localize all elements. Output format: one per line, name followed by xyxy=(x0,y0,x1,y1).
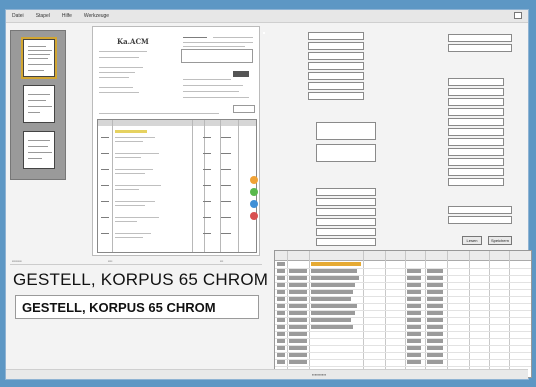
badge-orange-icon[interactable] xyxy=(250,176,258,184)
field-a11[interactable] xyxy=(316,218,376,226)
status-bar: ▪▪▪▪▪▪▪▪▪▪ xyxy=(6,369,528,379)
left-button[interactable]: Lesen xyxy=(462,236,482,245)
field-b13[interactable] xyxy=(448,178,504,186)
menu-batch[interactable]: Stapel xyxy=(36,13,50,19)
document-preview[interactable]: Ka.ACM xyxy=(92,26,260,256)
field-b5[interactable] xyxy=(448,98,504,106)
app-window: Datei Stapel Hilfe Werkzeuge Ka.ACM ▪▪▪▪… xyxy=(5,9,532,380)
field-b15[interactable] xyxy=(448,216,512,224)
preview-status-line: ▪▪▪▪▪▪▪▪▪ ▪▪▪▪ ▪▪▪ xyxy=(10,259,262,265)
page-thumbnails xyxy=(10,30,66,180)
ocr-zoom-text: GESTELL, KORPUS 65 CHROM xyxy=(13,270,269,289)
field-a3[interactable] xyxy=(308,52,364,60)
field-a2[interactable] xyxy=(308,42,364,50)
menu-tools[interactable]: Werkzeuge xyxy=(84,13,109,19)
field-a9[interactable] xyxy=(316,198,376,206)
grid-header xyxy=(275,251,531,261)
right-button[interactable]: Speichern xyxy=(488,236,512,245)
status-text: ▪▪▪▪▪▪▪▪▪▪ xyxy=(312,372,327,377)
highlight-marker xyxy=(115,130,147,133)
field-a13[interactable] xyxy=(316,238,376,246)
field-b10[interactable] xyxy=(448,148,504,156)
field-a4[interactable] xyxy=(308,62,364,70)
badge-blue-icon[interactable] xyxy=(250,200,258,208)
maximize-icon[interactable] xyxy=(514,12,522,19)
line-items-grid[interactable] xyxy=(274,250,532,378)
ocr-field-value[interactable]: GESTELL, KORPUS 65 CHROM xyxy=(15,295,259,319)
company-logo: Ka.ACM xyxy=(117,37,149,46)
field-b9[interactable] xyxy=(448,138,504,146)
page-thumbnail-3[interactable] xyxy=(23,131,55,169)
field-b7[interactable] xyxy=(448,118,504,126)
page-thumbnail-1[interactable] xyxy=(21,37,57,79)
field-b11[interactable] xyxy=(448,158,504,166)
field-a7[interactable] xyxy=(308,92,364,100)
field-b12[interactable] xyxy=(448,168,504,176)
field-b14[interactable] xyxy=(448,206,512,214)
page-thumbnail-2[interactable] xyxy=(23,85,55,123)
field-a1[interactable] xyxy=(308,32,364,40)
field-a12[interactable] xyxy=(316,228,376,236)
badge-red-icon[interactable] xyxy=(250,212,258,220)
table-row[interactable] xyxy=(275,359,531,367)
field-b2[interactable] xyxy=(448,44,512,52)
field-b1[interactable] xyxy=(448,34,512,42)
field-b8[interactable] xyxy=(448,128,504,136)
spacer xyxy=(263,32,265,34)
textarea-a1[interactable] xyxy=(316,122,376,140)
menu-file[interactable]: Datei xyxy=(12,13,24,19)
field-a10[interactable] xyxy=(316,208,376,216)
field-b6[interactable] xyxy=(448,108,504,116)
field-b3[interactable] xyxy=(448,78,504,86)
textarea-a2[interactable] xyxy=(316,144,376,162)
menu-help[interactable]: Hilfe xyxy=(62,13,72,19)
field-a6[interactable] xyxy=(308,82,364,90)
field-a8[interactable] xyxy=(316,188,376,196)
field-b4[interactable] xyxy=(448,88,504,96)
field-a5[interactable] xyxy=(308,72,364,80)
badge-green-icon[interactable] xyxy=(250,188,258,196)
menu-bar: Datei Stapel Hilfe Werkzeuge xyxy=(6,10,528,23)
